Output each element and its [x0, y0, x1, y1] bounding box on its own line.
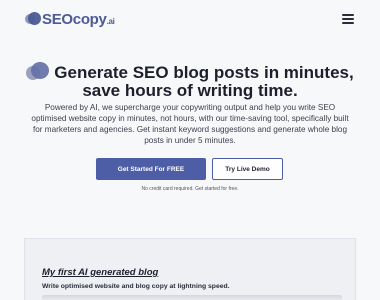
hero-title-line1: Generate SEO blog posts in minutes, [54, 63, 354, 82]
logo-text: SEOcopy.ai [42, 10, 115, 28]
preview-subtitle: Write optimised website and blog copy at… [42, 283, 230, 290]
try-live-demo-button[interactable]: Try Live Demo [212, 158, 283, 180]
logo-mark-icon [25, 12, 41, 26]
top-nav: SEOcopy.ai [0, 0, 380, 38]
logo[interactable]: SEOcopy.ai [25, 10, 115, 28]
preview-faded-text [42, 295, 342, 300]
no-credit-card-note: No credit card required. Get started for… [141, 186, 239, 192]
get-started-button[interactable]: Get Started For FREE [96, 158, 206, 180]
preview-title: My first AI generated blog [42, 267, 159, 278]
hero-title-line2: save hours of writing time. [82, 81, 298, 100]
hero-lead-text: Powered by AI, we supercharge your copyw… [31, 103, 349, 145]
hamburger-menu-icon[interactable] [342, 14, 354, 24]
